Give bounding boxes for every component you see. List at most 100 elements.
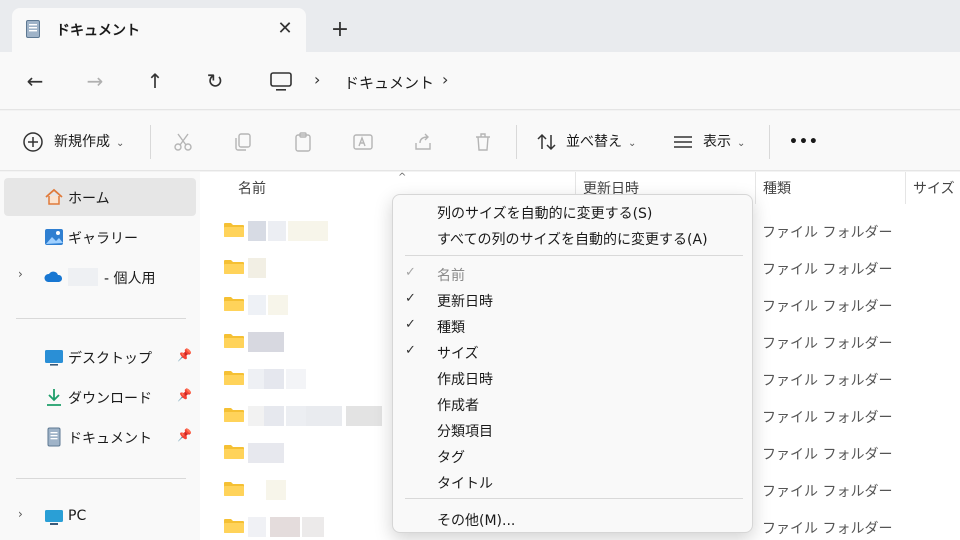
- redacted-name: [302, 517, 324, 537]
- pin-icon[interactable]: 📌: [177, 348, 192, 362]
- chevron-right-icon[interactable]: ›: [18, 267, 23, 281]
- menu-item-label: 分類項目: [437, 424, 493, 440]
- sidebar-item-downloads[interactable]: ダウンロード 📌: [4, 378, 196, 416]
- column-context-menu: 列のサイズを自動的に変更する(S) すべての列のサイズを自動的に変更する(A) …: [392, 194, 753, 533]
- checkmark-icon: ✓: [405, 265, 416, 280]
- folder-icon: [224, 371, 244, 385]
- pin-icon[interactable]: 📌: [177, 388, 192, 402]
- type-cell: ファイル フォルダー: [762, 225, 893, 241]
- menu-item-label: 作成日時: [437, 372, 493, 388]
- redacted-name: [248, 517, 266, 537]
- delete-icon[interactable]: [472, 131, 494, 153]
- divider: [16, 318, 186, 319]
- address-bar[interactable]: › ドキュメント ›: [258, 60, 960, 104]
- more-options-icon[interactable]: •••: [789, 129, 819, 155]
- refresh-icon[interactable]: ↻: [202, 68, 228, 94]
- checkmark-icon: ✓: [405, 291, 416, 306]
- menu-item-column[interactable]: ✓ 名前: [393, 261, 752, 287]
- redacted-name: [68, 268, 98, 286]
- menu-item-more[interactable]: その他(M)...: [393, 506, 752, 532]
- menu-item-label: タイトル: [437, 476, 493, 492]
- close-icon[interactable]: ✕: [274, 18, 296, 40]
- menu-item-autosize[interactable]: 列のサイズを自動的に変更する(S): [393, 199, 752, 225]
- document-icon: [26, 20, 40, 38]
- menu-item-column[interactable]: タグ: [393, 443, 752, 469]
- menu-divider: [405, 255, 743, 256]
- menu-item-autosize-all[interactable]: すべての列のサイズを自動的に変更する(A): [393, 225, 752, 251]
- breadcrumb-documents[interactable]: ドキュメント: [344, 72, 434, 93]
- redacted-name: [248, 369, 264, 389]
- view-icon[interactable]: [672, 131, 694, 153]
- document-icon: [47, 427, 61, 447]
- sidebar-item-documents[interactable]: ドキュメント 📌: [4, 418, 196, 456]
- forward-icon[interactable]: →: [82, 68, 108, 94]
- sidebar-item-home[interactable]: ホーム: [4, 178, 196, 216]
- column-divider[interactable]: [755, 172, 756, 204]
- divider: [769, 125, 770, 159]
- view-button[interactable]: 表示 ⌄: [703, 129, 745, 155]
- column-header-size[interactable]: サイズ: [913, 178, 955, 198]
- tab-documents[interactable]: ドキュメント ✕: [12, 8, 306, 52]
- folder-icon: [224, 482, 244, 496]
- menu-item-label: すべての列のサイズを自動的に変更する(A): [437, 232, 708, 248]
- menu-item-column[interactable]: 作成者: [393, 391, 752, 417]
- redacted-name: [248, 258, 266, 278]
- menu-item-label: 更新日時: [437, 294, 493, 310]
- computer-icon[interactable]: [270, 72, 292, 92]
- redacted-name: [346, 406, 382, 426]
- menu-item-column[interactable]: 作成日時: [393, 365, 752, 391]
- sidebar-item-label: デスクトップ: [68, 351, 152, 367]
- plus-circle-icon[interactable]: [22, 131, 44, 153]
- redacted-name: [286, 406, 306, 426]
- chevron-right-icon[interactable]: ›: [18, 507, 23, 521]
- menu-item-label: サイズ: [437, 346, 479, 362]
- menu-item-label: タグ: [437, 450, 465, 466]
- sort-icon[interactable]: [536, 131, 558, 153]
- sidebar-item-label: ホーム: [68, 191, 110, 207]
- chevron-right-icon[interactable]: ›: [314, 70, 320, 89]
- column-header-type[interactable]: 種類: [763, 178, 791, 198]
- menu-item-column[interactable]: ✓ 種類: [393, 313, 752, 339]
- type-cell: ファイル フォルダー: [762, 521, 893, 537]
- menu-item-column[interactable]: タイトル: [393, 469, 752, 495]
- computer-icon: [45, 510, 63, 525]
- cut-icon[interactable]: [172, 131, 194, 153]
- command-bar: 新規作成 ⌄ 並べ替え ⌄ 表示 ⌄ •••: [0, 111, 960, 171]
- up-icon[interactable]: ↑: [142, 68, 168, 94]
- navigation-pane: ホーム ギャラリー › - 個人用 デスクトップ 📌 ダウンロード 📌 ドキュメ…: [0, 172, 200, 540]
- redacted-name: [264, 369, 284, 389]
- folder-icon: [224, 260, 244, 274]
- chevron-right-icon[interactable]: ›: [442, 70, 448, 89]
- column-divider[interactable]: [905, 172, 906, 204]
- column-header-name[interactable]: 名前: [238, 178, 266, 198]
- sidebar-item-onedrive[interactable]: › - 個人用: [4, 258, 196, 296]
- type-cell: ファイル フォルダー: [762, 299, 893, 315]
- sort-button[interactable]: 並べ替え ⌄: [566, 129, 636, 155]
- pin-icon[interactable]: 📌: [177, 428, 192, 442]
- menu-item-column[interactable]: 分類項目: [393, 417, 752, 443]
- sidebar-item-desktop[interactable]: デスクトップ 📌: [4, 338, 196, 376]
- redacted-name: [264, 406, 284, 426]
- back-icon[interactable]: ←: [22, 68, 48, 94]
- title-bar: ドキュメント ✕ +: [0, 0, 960, 52]
- redacted-name: [248, 332, 284, 352]
- paste-icon[interactable]: [292, 131, 314, 153]
- share-icon[interactable]: [412, 131, 434, 153]
- redacted-name: [268, 221, 286, 241]
- onedrive-icon: [44, 271, 63, 282]
- divider: [516, 125, 517, 159]
- view-button-label: 表示: [703, 134, 731, 150]
- copy-icon[interactable]: [232, 131, 254, 153]
- new-tab-button[interactable]: +: [328, 18, 352, 42]
- rename-icon[interactable]: [352, 131, 374, 153]
- chevron-down-icon: ⌄: [116, 138, 125, 149]
- sidebar-item-label: PC: [68, 508, 87, 524]
- menu-item-column[interactable]: ✓ 更新日時: [393, 287, 752, 313]
- sidebar-item-pc[interactable]: › PC: [4, 498, 196, 536]
- menu-item-column[interactable]: ✓ サイズ: [393, 339, 752, 365]
- new-button[interactable]: 新規作成 ⌄: [54, 129, 124, 155]
- sidebar-item-label: ダウンロード: [68, 391, 152, 407]
- redacted-name: [270, 517, 300, 537]
- folder-icon: [224, 223, 244, 237]
- sidebar-item-gallery[interactable]: ギャラリー: [4, 218, 196, 256]
